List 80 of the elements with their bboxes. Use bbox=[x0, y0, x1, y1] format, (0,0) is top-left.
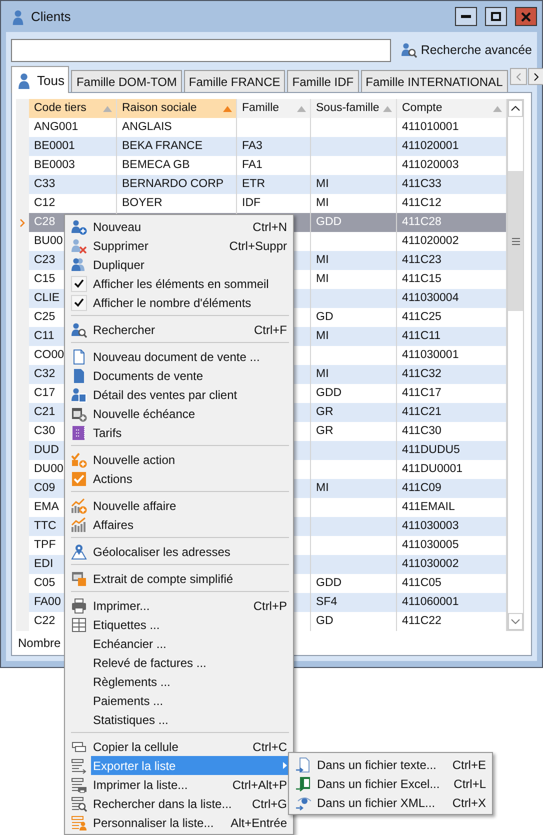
table-cell: GR bbox=[316, 406, 334, 418]
table-cell: BERNARDO CORP bbox=[122, 178, 224, 190]
table-cell: MI bbox=[316, 273, 329, 285]
table-cell: 411C21 bbox=[402, 406, 442, 418]
table-cell: C21 bbox=[34, 406, 56, 418]
table-cell: MI bbox=[316, 197, 329, 209]
table-cell: 411030001 bbox=[402, 349, 459, 361]
table-cell: 411C12 bbox=[402, 197, 442, 209]
table-cell: C09 bbox=[34, 482, 56, 494]
table-cell: GR bbox=[316, 425, 334, 437]
table-cell: C25 bbox=[34, 311, 56, 323]
table-cell: C11 bbox=[34, 330, 54, 342]
table-cell: BEMECA GB bbox=[122, 159, 190, 171]
table-cell: 411C23 bbox=[402, 254, 442, 266]
table-cell: CO00 bbox=[34, 349, 64, 361]
table-cell: 411030004 bbox=[402, 292, 459, 304]
table-cell: DU00 bbox=[34, 463, 64, 475]
table-cell: 411C32 bbox=[402, 368, 442, 380]
status-text: Nombre bbox=[18, 636, 61, 650]
table-cell: 411C28 bbox=[402, 216, 442, 228]
table-cell: EMA bbox=[34, 501, 59, 513]
table-cell: C23 bbox=[34, 254, 56, 266]
table-cell: C22 bbox=[34, 615, 56, 627]
table-cell: 411C05 bbox=[402, 577, 442, 589]
table-cell: FA00 bbox=[34, 596, 61, 608]
table-cell: TPF bbox=[34, 539, 56, 551]
table-cell: 411C33 bbox=[402, 178, 442, 190]
table-cell: 411DUDU5 bbox=[402, 444, 460, 456]
table-cell: C17 bbox=[34, 387, 56, 399]
table-cell: BU00 bbox=[34, 235, 63, 247]
table-cell: DUD bbox=[34, 444, 59, 456]
table-cell: 411C22 bbox=[402, 615, 442, 627]
table-cell: BEKA FRANCE bbox=[122, 140, 203, 152]
table-cell: ANG001 bbox=[34, 121, 78, 133]
table-cell: BOYER bbox=[122, 197, 162, 209]
table-cell: MI bbox=[316, 482, 329, 494]
table-cell: 411C30 bbox=[402, 425, 442, 437]
table-cell: ETR bbox=[242, 178, 265, 190]
table-cell: 411C09 bbox=[402, 482, 442, 494]
table-cell: 411010001 bbox=[402, 121, 459, 133]
table-cell: C15 bbox=[34, 273, 56, 285]
table-cell: 411030005 bbox=[402, 539, 459, 551]
table-cell: 411060001 bbox=[402, 596, 459, 608]
table-cell: C05 bbox=[34, 577, 56, 589]
table-cell: GD bbox=[316, 615, 334, 627]
table-cell: C30 bbox=[34, 425, 56, 437]
table-cell: MI bbox=[316, 330, 329, 342]
table-cell: MI bbox=[316, 368, 329, 380]
table-cell: BE0001 bbox=[34, 140, 75, 152]
table-cell: ANGLAIS bbox=[122, 121, 172, 133]
table-cell: CLIE bbox=[34, 292, 60, 304]
table-cell: GD bbox=[316, 311, 334, 323]
table-cell: 411C25 bbox=[402, 311, 442, 323]
table-cell: 411C15 bbox=[402, 273, 442, 285]
table-cell: FA3 bbox=[242, 140, 262, 152]
table-cell: 411020001 bbox=[402, 140, 459, 152]
table-cell: C28 bbox=[34, 216, 56, 228]
table-cell: 411EMAIL bbox=[402, 501, 455, 513]
table-cell: TTC bbox=[34, 520, 56, 532]
table-cell: MI bbox=[316, 254, 329, 266]
table-cell: GDD bbox=[316, 577, 342, 589]
window-title: Clients bbox=[31, 9, 72, 24]
table-cell: FA1 bbox=[242, 159, 262, 171]
table-cell: GDD bbox=[316, 216, 342, 228]
table-cell: GDD bbox=[316, 387, 342, 399]
table-cell: EDI bbox=[34, 558, 54, 570]
table-cell: 411030002 bbox=[402, 558, 459, 570]
table-cell: BE0003 bbox=[34, 159, 75, 171]
table-cell: C12 bbox=[34, 197, 56, 209]
table-cell: 411C17 bbox=[402, 387, 442, 399]
table-cell: 411C11 bbox=[402, 330, 441, 342]
table-cell: 411020002 bbox=[402, 235, 459, 247]
table-cell: 411030003 bbox=[402, 520, 459, 532]
table-cell: IDF bbox=[242, 197, 261, 209]
table-cell: 411020003 bbox=[402, 159, 459, 171]
table-cell: SF4 bbox=[316, 596, 338, 608]
table-cell: MI bbox=[316, 178, 329, 190]
table-cell: C33 bbox=[34, 178, 56, 190]
table-cell: C32 bbox=[34, 368, 56, 380]
table-cell: 411DU0001 bbox=[402, 463, 463, 475]
